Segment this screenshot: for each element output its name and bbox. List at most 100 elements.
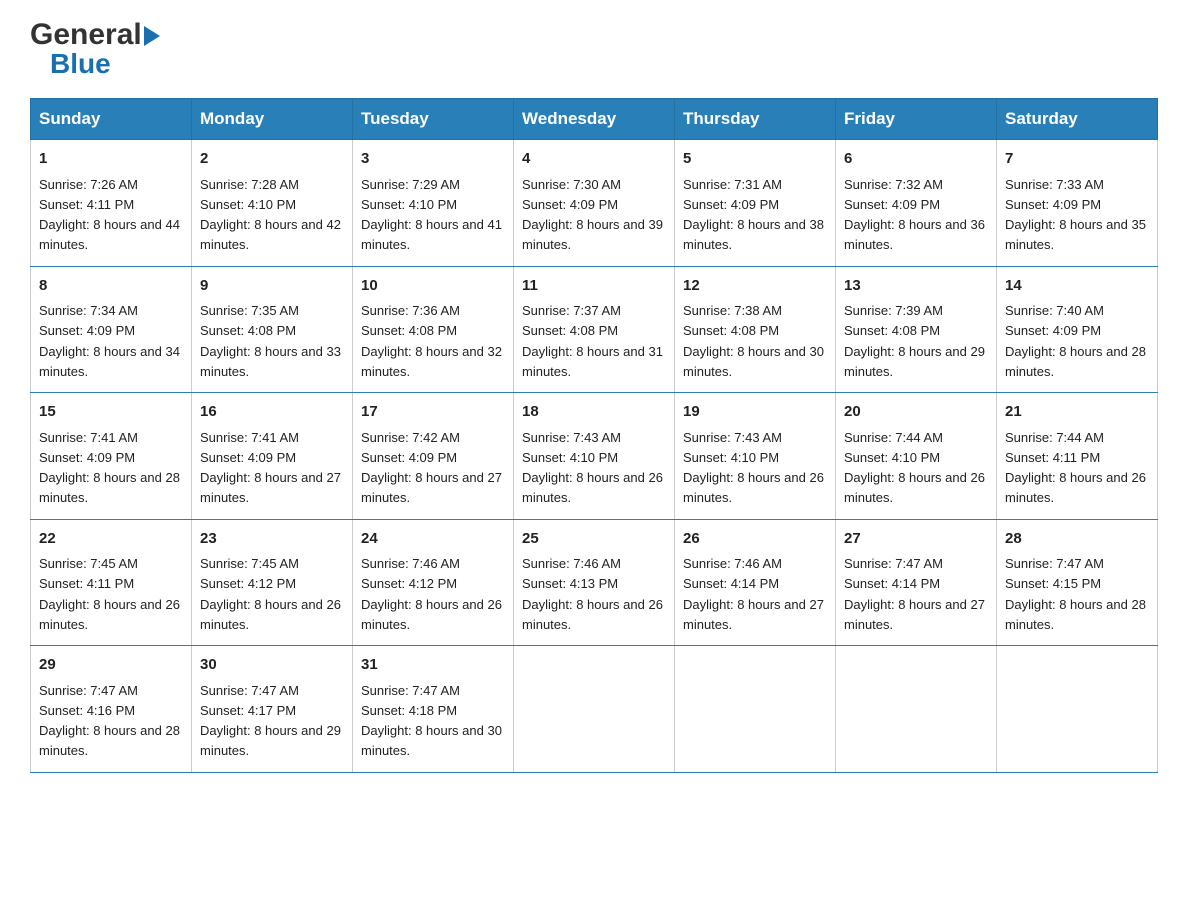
calendar-day-cell: 12Sunrise: 7:38 AMSunset: 4:08 PMDayligh… bbox=[675, 266, 836, 393]
calendar-day-cell: 23 Sunrise: 7:45 AMSunset: 4:12 PMDayligh… bbox=[192, 519, 353, 646]
calendar-day-cell: 5Sunrise: 7:31 AMSunset: 4:09 PMDaylight… bbox=[675, 140, 836, 267]
calendar-day-cell: 20Sunrise: 7:44 AMSunset: 4:10 PMDayligh… bbox=[836, 393, 997, 520]
day-info: Sunrise: 7:46 AMSunset: 4:13 PMDaylight:… bbox=[522, 556, 663, 632]
day-info: Sunrise: 7:28 AMSunset: 4:10 PMDaylight:… bbox=[200, 177, 341, 253]
calendar-day-cell bbox=[514, 646, 675, 773]
calendar-day-cell: 9 Sunrise: 7:35 AMSunset: 4:08 PMDaylight… bbox=[192, 266, 353, 393]
calendar-day-cell: 19 Sunrise: 7:43 AMSunset: 4:10 PMDayligh… bbox=[675, 393, 836, 520]
calendar-table: SundayMondayTuesdayWednesdayThursdayFrid… bbox=[30, 98, 1158, 773]
day-info: Sunrise: 7:46 AMSunset: 4:14 PMDaylight:… bbox=[683, 556, 824, 632]
calendar-day-cell: 3Sunrise: 7:29 AMSunset: 4:10 PMDaylight… bbox=[353, 140, 514, 267]
calendar-week-row: 1Sunrise: 7:26 AMSunset: 4:11 PMDaylight… bbox=[31, 140, 1158, 267]
day-number: 6 bbox=[844, 148, 988, 171]
calendar-day-cell: 13 Sunrise: 7:39 AMSunset: 4:08 PMDayligh… bbox=[836, 266, 997, 393]
day-info: Sunrise: 7:45 AMSunset: 4:12 PMDaylight:… bbox=[200, 556, 341, 632]
calendar-header: SundayMondayTuesdayWednesdayThursdayFrid… bbox=[31, 99, 1158, 140]
day-info: Sunrise: 7:41 AMSunset: 4:09 PMDaylight:… bbox=[39, 430, 180, 506]
day-info: Sunrise: 7:41 AMSunset: 4:09 PMDaylight:… bbox=[200, 430, 341, 506]
calendar-day-cell: 17Sunrise: 7:42 AMSunset: 4:09 PMDayligh… bbox=[353, 393, 514, 520]
day-of-week-header: Friday bbox=[836, 99, 997, 140]
day-info: Sunrise: 7:32 AMSunset: 4:09 PMDaylight:… bbox=[844, 177, 985, 253]
day-info: Sunrise: 7:31 AMSunset: 4:09 PMDaylight:… bbox=[683, 177, 824, 253]
calendar-week-row: 22 Sunrise: 7:45 AMSunset: 4:11 PMDayligh… bbox=[31, 519, 1158, 646]
day-info: Sunrise: 7:36 AMSunset: 4:08 PMDaylight:… bbox=[361, 303, 502, 379]
day-info: Sunrise: 7:43 AMSunset: 4:10 PMDaylight:… bbox=[683, 430, 824, 506]
day-number: 13 bbox=[844, 275, 988, 298]
day-number: 23 bbox=[200, 528, 344, 551]
calendar-day-cell: 7 Sunrise: 7:33 AMSunset: 4:09 PMDaylight… bbox=[997, 140, 1158, 267]
day-of-week-header: Sunday bbox=[31, 99, 192, 140]
day-info: Sunrise: 7:47 AMSunset: 4:17 PMDaylight:… bbox=[200, 683, 341, 759]
day-info: Sunrise: 7:44 AMSunset: 4:11 PMDaylight:… bbox=[1005, 430, 1146, 506]
day-number: 29 bbox=[39, 654, 183, 677]
calendar-day-cell: 10 Sunrise: 7:36 AMSunset: 4:08 PMDayligh… bbox=[353, 266, 514, 393]
header-row: SundayMondayTuesdayWednesdayThursdayFrid… bbox=[31, 99, 1158, 140]
day-info: Sunrise: 7:40 AMSunset: 4:09 PMDaylight:… bbox=[1005, 303, 1146, 379]
day-number: 24 bbox=[361, 528, 505, 551]
day-number: 20 bbox=[844, 401, 988, 424]
day-number: 19 bbox=[683, 401, 827, 424]
logo: General▶ Blue bbox=[30, 20, 160, 78]
calendar-day-cell: 30 Sunrise: 7:47 AMSunset: 4:17 PMDayligh… bbox=[192, 646, 353, 773]
day-number: 4 bbox=[522, 148, 666, 171]
page-header: General▶ Blue bbox=[30, 20, 1158, 78]
day-of-week-header: Thursday bbox=[675, 99, 836, 140]
day-number: 11 bbox=[522, 275, 666, 298]
day-info: Sunrise: 7:46 AMSunset: 4:12 PMDaylight:… bbox=[361, 556, 502, 632]
calendar-day-cell: 1Sunrise: 7:26 AMSunset: 4:11 PMDaylight… bbox=[31, 140, 192, 267]
calendar-week-row: 29 Sunrise: 7:47 AMSunset: 4:16 PMDayligh… bbox=[31, 646, 1158, 773]
day-info: Sunrise: 7:47 AMSunset: 4:14 PMDaylight:… bbox=[844, 556, 985, 632]
day-number: 18 bbox=[522, 401, 666, 424]
day-info: Sunrise: 7:47 AMSunset: 4:15 PMDaylight:… bbox=[1005, 556, 1146, 632]
calendar-week-row: 8 Sunrise: 7:34 AMSunset: 4:09 PMDaylight… bbox=[31, 266, 1158, 393]
day-of-week-header: Monday bbox=[192, 99, 353, 140]
day-number: 30 bbox=[200, 654, 344, 677]
day-number: 21 bbox=[1005, 401, 1149, 424]
day-info: Sunrise: 7:43 AMSunset: 4:10 PMDaylight:… bbox=[522, 430, 663, 506]
day-info: Sunrise: 7:47 AMSunset: 4:16 PMDaylight:… bbox=[39, 683, 180, 759]
day-number: 8 bbox=[39, 275, 183, 298]
day-number: 9 bbox=[200, 275, 344, 298]
calendar-day-cell: 29 Sunrise: 7:47 AMSunset: 4:16 PMDayligh… bbox=[31, 646, 192, 773]
calendar-day-cell bbox=[997, 646, 1158, 773]
day-number: 17 bbox=[361, 401, 505, 424]
day-of-week-header: Wednesday bbox=[514, 99, 675, 140]
day-info: Sunrise: 7:45 AMSunset: 4:11 PMDaylight:… bbox=[39, 556, 180, 632]
day-number: 16 bbox=[200, 401, 344, 424]
calendar-day-cell: 6 Sunrise: 7:32 AMSunset: 4:09 PMDaylight… bbox=[836, 140, 997, 267]
day-number: 14 bbox=[1005, 275, 1149, 298]
day-info: Sunrise: 7:30 AMSunset: 4:09 PMDaylight:… bbox=[522, 177, 663, 253]
calendar-day-cell: 22 Sunrise: 7:45 AMSunset: 4:11 PMDayligh… bbox=[31, 519, 192, 646]
calendar-day-cell: 8 Sunrise: 7:34 AMSunset: 4:09 PMDaylight… bbox=[31, 266, 192, 393]
calendar-day-cell bbox=[675, 646, 836, 773]
calendar-week-row: 15 Sunrise: 7:41 AMSunset: 4:09 PMDayligh… bbox=[31, 393, 1158, 520]
day-number: 7 bbox=[1005, 148, 1149, 171]
logo-blue-text: Blue bbox=[50, 50, 111, 78]
calendar-day-cell: 25 Sunrise: 7:46 AMSunset: 4:13 PMDayligh… bbox=[514, 519, 675, 646]
day-info: Sunrise: 7:35 AMSunset: 4:08 PMDaylight:… bbox=[200, 303, 341, 379]
day-number: 22 bbox=[39, 528, 183, 551]
calendar-day-cell: 27 Sunrise: 7:47 AMSunset: 4:14 PMDayligh… bbox=[836, 519, 997, 646]
day-number: 26 bbox=[683, 528, 827, 551]
calendar-day-cell: 15 Sunrise: 7:41 AMSunset: 4:09 PMDayligh… bbox=[31, 393, 192, 520]
day-number: 27 bbox=[844, 528, 988, 551]
calendar-day-cell: 26 Sunrise: 7:46 AMSunset: 4:14 PMDayligh… bbox=[675, 519, 836, 646]
day-number: 10 bbox=[361, 275, 505, 298]
calendar-day-cell: 24 Sunrise: 7:46 AMSunset: 4:12 PMDayligh… bbox=[353, 519, 514, 646]
day-info: Sunrise: 7:37 AMSunset: 4:08 PMDaylight:… bbox=[522, 303, 663, 379]
day-number: 1 bbox=[39, 148, 183, 171]
day-number: 25 bbox=[522, 528, 666, 551]
day-info: Sunrise: 7:29 AMSunset: 4:10 PMDaylight:… bbox=[361, 177, 502, 253]
calendar-day-cell: 4 Sunrise: 7:30 AMSunset: 4:09 PMDaylight… bbox=[514, 140, 675, 267]
day-number: 15 bbox=[39, 401, 183, 424]
day-info: Sunrise: 7:33 AMSunset: 4:09 PMDaylight:… bbox=[1005, 177, 1146, 253]
calendar-day-cell: 16 Sunrise: 7:41 AMSunset: 4:09 PMDayligh… bbox=[192, 393, 353, 520]
day-info: Sunrise: 7:39 AMSunset: 4:08 PMDaylight:… bbox=[844, 303, 985, 379]
calendar-day-cell: 14 Sunrise: 7:40 AMSunset: 4:09 PMDayligh… bbox=[997, 266, 1158, 393]
day-info: Sunrise: 7:34 AMSunset: 4:09 PMDaylight:… bbox=[39, 303, 180, 379]
day-of-week-header: Tuesday bbox=[353, 99, 514, 140]
calendar-day-cell: 28 Sunrise: 7:47 AMSunset: 4:15 PMDayligh… bbox=[997, 519, 1158, 646]
calendar-day-cell: 11 Sunrise: 7:37 AMSunset: 4:08 PMDayligh… bbox=[514, 266, 675, 393]
day-number: 28 bbox=[1005, 528, 1149, 551]
logo-general-text: General▶ bbox=[30, 20, 160, 50]
